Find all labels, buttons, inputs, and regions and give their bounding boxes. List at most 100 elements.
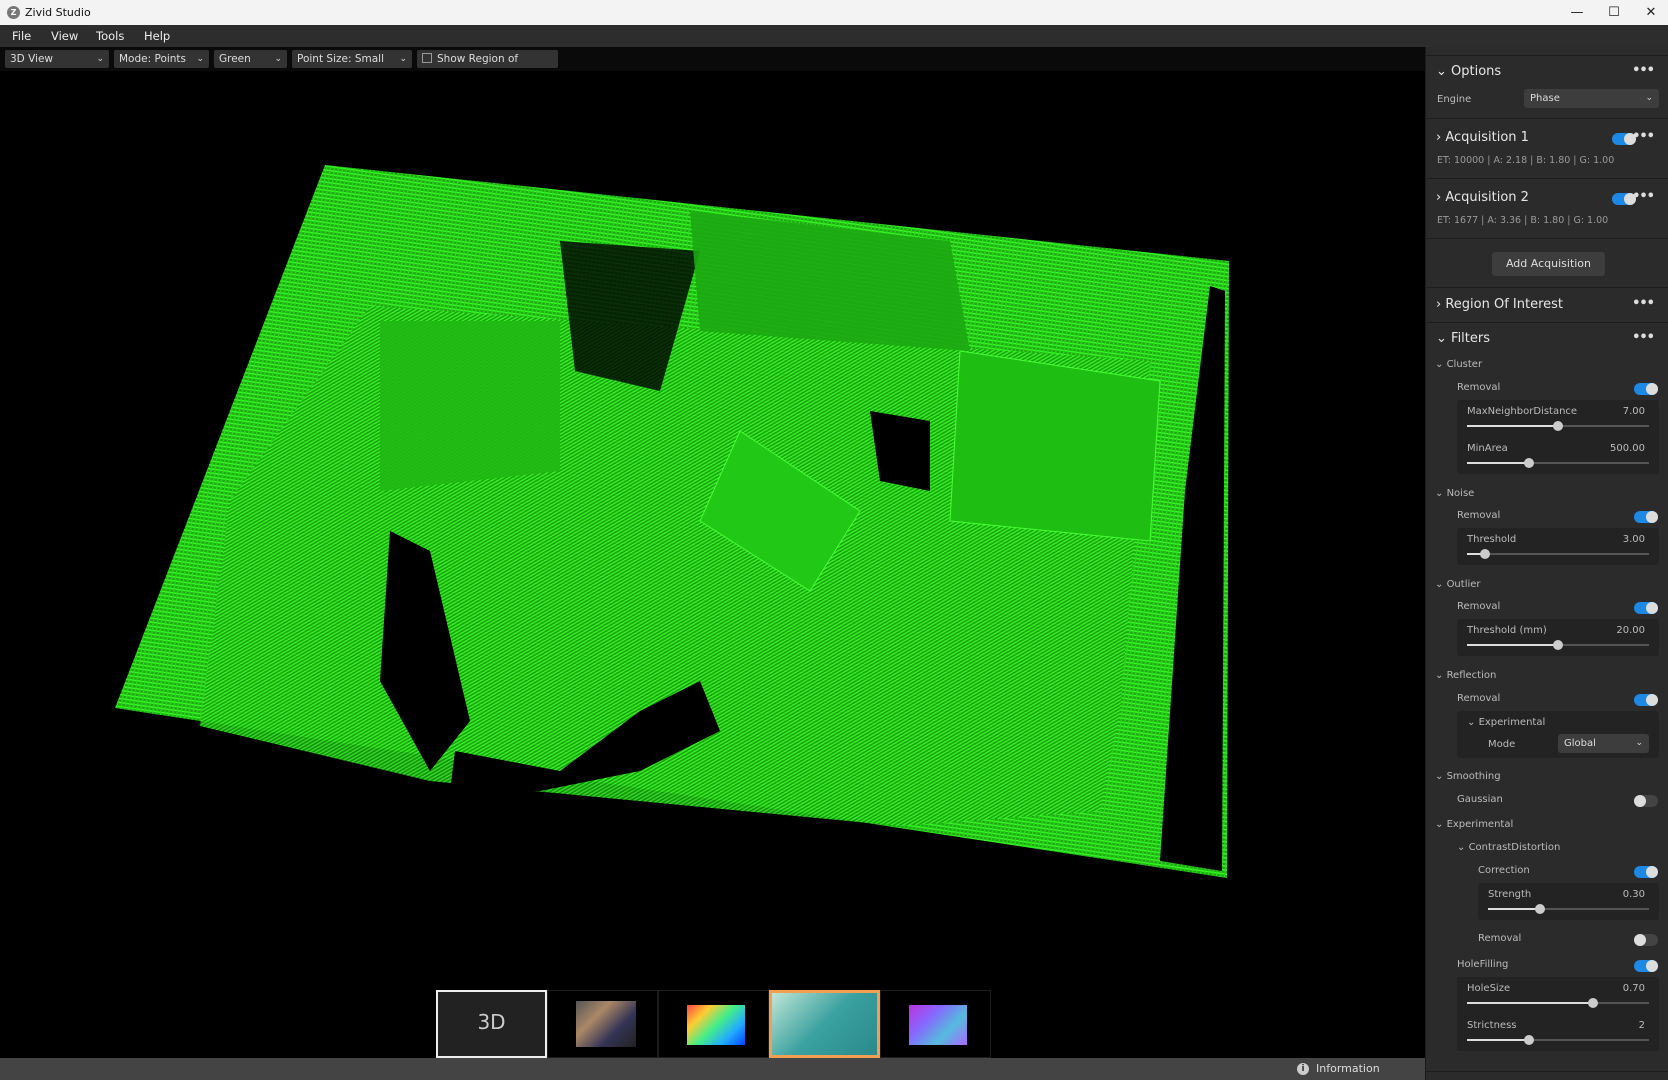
noise-group[interactable]: ⌄ Noise — [1435, 488, 1474, 499]
slider-handle[interactable] — [1587, 998, 1598, 1008]
noise-threshold-slider[interactable] — [1467, 549, 1649, 559]
menu-tools[interactable]: Tools — [96, 29, 124, 43]
smoothing-group[interactable]: ⌄ Smoothing — [1435, 771, 1501, 782]
mode-value: Global — [1564, 738, 1596, 749]
noise-settings-box: Threshold 3.00 — [1457, 528, 1659, 565]
reflection-mode-select[interactable]: Global ⌄ — [1558, 734, 1649, 753]
checkbox-icon — [422, 53, 432, 63]
max-neighbor-slider[interactable] — [1467, 421, 1649, 431]
strictness-value: 2 — [1638, 1020, 1645, 1031]
acquisition-2-info: ET: 1677 | A: 3.36 | B: 1.80 | G: 1.00 — [1437, 215, 1609, 226]
acquisition-2-more-icon[interactable]: ••• — [1632, 189, 1655, 204]
reflection-group[interactable]: ⌄ Reflection — [1435, 670, 1496, 681]
cluster-group[interactable]: ⌄ Cluster — [1435, 359, 1482, 370]
filters-more-icon[interactable]: ••• — [1632, 330, 1655, 345]
strength-slider[interactable] — [1488, 904, 1649, 914]
correction-toggle[interactable] — [1634, 866, 1658, 878]
outlier-removal-toggle[interactable] — [1634, 602, 1658, 614]
chevron-right-icon: › — [1436, 190, 1446, 205]
engine-select[interactable]: Phase ⌄ — [1524, 89, 1659, 108]
cluster-removal-label: Removal — [1457, 382, 1501, 393]
mode-dropdown[interactable]: Mode: Points ⌄ — [114, 50, 209, 68]
snr-map-preview — [772, 993, 877, 1055]
outlier-threshold-slider[interactable] — [1467, 640, 1649, 650]
slider-handle[interactable] — [1553, 640, 1563, 650]
reflection-experimental-group[interactable]: ⌄ Experimental — [1467, 717, 1545, 728]
min-area-slider[interactable] — [1467, 458, 1649, 468]
information-button[interactable]: Information — [1316, 1062, 1380, 1075]
slider-handle[interactable] — [1523, 458, 1534, 468]
chevron-down-icon: ⌄ — [1436, 64, 1452, 79]
filters-header[interactable]: ⌄ Filters — [1436, 331, 1490, 346]
noise-removal-toggle[interactable] — [1634, 511, 1658, 523]
close-button[interactable]: ✕ — [1634, 3, 1668, 23]
contrast-distortion-group[interactable]: ⌄ ContrastDistortion — [1457, 842, 1560, 853]
thumbnail-normals-map[interactable] — [880, 990, 991, 1058]
thumbnail-color-image[interactable] — [547, 990, 658, 1058]
acquisition-1-info: ET: 10000 | A: 2.18 | B: 1.80 | G: 1.00 — [1437, 155, 1615, 166]
engine-label: Engine — [1437, 94, 1472, 105]
acquisition-1-more-icon[interactable]: ••• — [1632, 129, 1655, 144]
slider-handle[interactable] — [1523, 1035, 1534, 1045]
reflection-removal-toggle[interactable] — [1634, 694, 1658, 706]
chevron-down-icon: ⌄ — [399, 54, 407, 64]
contrast-distortion-label: ContrastDistortion — [1468, 842, 1561, 853]
point-size-dropdown[interactable]: Point Size: Small ⌄ — [292, 50, 412, 68]
smoothing-label: Smoothing — [1446, 771, 1501, 782]
chevron-right-icon: › — [1436, 297, 1446, 312]
strictness-slider[interactable] — [1467, 1035, 1649, 1045]
status-bar: i Information — [0, 1058, 1425, 1080]
slider-handle[interactable] — [1534, 904, 1545, 914]
noise-removal-label: Removal — [1457, 510, 1501, 521]
options-header[interactable]: ⌄ Options — [1436, 64, 1501, 79]
outlier-removal-label: Removal — [1457, 601, 1501, 612]
reflection-label: Reflection — [1446, 670, 1497, 681]
gaussian-toggle[interactable] — [1634, 795, 1658, 807]
point-cloud-viewport[interactable] — [0, 71, 1425, 1058]
view-dropdown[interactable]: 3D View ⌄ — [5, 50, 109, 68]
color-image-preview — [576, 1001, 636, 1047]
menu-view[interactable]: View — [51, 29, 78, 43]
color-dropdown[interactable]: Green ⌄ — [214, 50, 287, 68]
experimental-group[interactable]: ⌄ Experimental — [1435, 819, 1513, 830]
slider-handle[interactable] — [1480, 549, 1491, 559]
thumbnail-snr-map-selected[interactable] — [769, 990, 880, 1058]
outlier-settings-box: Threshold (mm) 20.00 — [1457, 619, 1659, 656]
maximize-button[interactable]: ☐ — [1597, 3, 1631, 23]
contrast-removal-toggle[interactable] — [1634, 934, 1658, 946]
roi-header[interactable]: › Region Of Interest — [1436, 297, 1563, 312]
outlier-group[interactable]: ⌄ Outlier — [1435, 579, 1481, 590]
thumbnail-depth-map[interactable] — [658, 990, 769, 1058]
view-value: 3D View — [10, 53, 54, 65]
options-more-icon[interactable]: ••• — [1632, 63, 1655, 78]
viewer-toolbar: 3D View ⌄ Mode: Points ⌄ Green ⌄ Point Size… — [0, 47, 1425, 83]
cluster-removal-toggle[interactable] — [1634, 383, 1658, 395]
outlier-label: Outlier — [1446, 579, 1481, 590]
chevron-right-icon: › — [1436, 130, 1446, 145]
menu-help[interactable]: Help — [144, 29, 170, 43]
acquisition-2-header[interactable]: › Acquisition 2 — [1436, 190, 1529, 205]
menu-file[interactable]: File — [12, 29, 31, 43]
thumbnail-3d-view[interactable]: 3D — [436, 990, 547, 1058]
hole-size-slider[interactable] — [1467, 998, 1649, 1008]
roi-title: Region Of Interest — [1445, 297, 1564, 312]
chevron-down-icon: ⌄ — [196, 54, 204, 64]
noise-threshold-value: 3.00 — [1622, 534, 1645, 545]
slider-handle[interactable] — [1553, 421, 1563, 431]
gaussian-label: Gaussian — [1457, 794, 1503, 805]
minimize-button[interactable]: — — [1560, 3, 1594, 23]
chevron-down-icon: ⌄ — [1645, 93, 1653, 103]
rotate-3d-icon: 3D — [477, 1010, 506, 1034]
outlier-threshold-value: 20.00 — [1616, 625, 1645, 636]
hole-filling-toggle[interactable] — [1634, 960, 1658, 972]
settings-panel: ⌄ Options ••• Engine Phase ⌄ › Acquisitio… — [1425, 47, 1668, 1080]
add-acquisition-button[interactable]: Add Acquisition — [1492, 252, 1605, 276]
show-roi-checkbox[interactable]: Show Region of Interest — [417, 50, 558, 83]
color-value: Green — [219, 53, 251, 65]
point-cloud[interactable] — [0, 71, 1425, 1058]
chevron-down-icon: ⌄ — [96, 54, 104, 64]
acquisition-2-title: Acquisition 2 — [1445, 190, 1529, 205]
acquisition-1-header[interactable]: › Acquisition 1 — [1436, 130, 1529, 145]
roi-more-icon[interactable]: ••• — [1632, 296, 1655, 311]
filters-title: Filters — [1451, 331, 1490, 346]
